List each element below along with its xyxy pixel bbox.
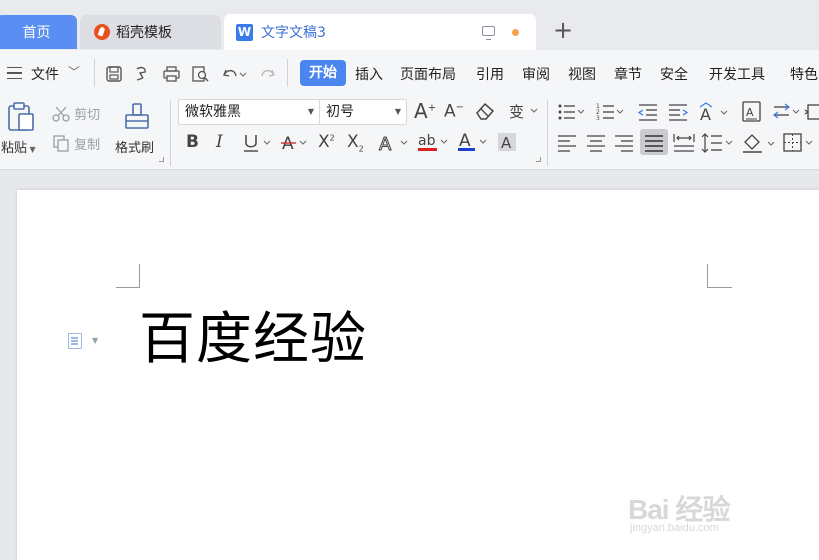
shrink-font-icon[interactable]: A− bbox=[444, 103, 464, 121]
chevron-down-icon[interactable]: ▼ bbox=[92, 336, 98, 345]
underline-icon[interactable] bbox=[243, 133, 273, 157]
borders-icon[interactable] bbox=[783, 132, 817, 158]
group-launcher-icon[interactable] bbox=[536, 157, 541, 162]
menu-references[interactable]: 引用 bbox=[476, 64, 504, 84]
align-left-icon[interactable] bbox=[557, 133, 577, 157]
paste-button[interactable]: 粘贴 ▼ bbox=[1, 137, 36, 156]
numbered-list-icon[interactable]: 123 bbox=[596, 102, 626, 126]
tab-document-label: 文字文稿3 bbox=[261, 25, 326, 41]
align-center-icon[interactable] bbox=[586, 133, 606, 157]
svg-text:A: A bbox=[746, 106, 754, 119]
bullet-list-icon[interactable] bbox=[557, 102, 587, 126]
bold-icon[interactable]: B bbox=[186, 134, 199, 151]
page-margin-corner-right bbox=[707, 264, 732, 288]
monitor-icon[interactable] bbox=[482, 26, 495, 40]
format-icon[interactable] bbox=[133, 65, 151, 87]
line-sort-icon[interactable] bbox=[772, 101, 802, 127]
group-launcher-icon[interactable] bbox=[159, 157, 164, 162]
font-size-select[interactable]: 初号 ▼ bbox=[319, 99, 407, 125]
print-icon[interactable] bbox=[162, 65, 181, 87]
unsaved-dot-icon bbox=[512, 29, 519, 36]
watermark-brand: Bai 经验 bbox=[628, 494, 730, 525]
watermark: Bai 经验 jingyan.baidu.com bbox=[628, 488, 730, 534]
more-paragraph-icon[interactable] bbox=[804, 101, 819, 127]
copy-button[interactable]: 复制 bbox=[52, 134, 100, 153]
save-icon[interactable] bbox=[105, 65, 123, 87]
redo-icon[interactable] bbox=[259, 65, 277, 87]
menu-special[interactable]: 特色 bbox=[790, 64, 818, 84]
cut-label: 剪切 bbox=[74, 108, 101, 123]
print-preview-icon[interactable] bbox=[191, 65, 210, 87]
menu-home-tab[interactable]: 开始 bbox=[300, 60, 346, 86]
paste-icon[interactable] bbox=[5, 100, 37, 136]
divider bbox=[170, 100, 171, 166]
font-size-value: 初号 bbox=[326, 104, 354, 120]
menu-insert[interactable]: 插入 bbox=[355, 64, 383, 84]
align-right-icon[interactable] bbox=[614, 133, 634, 157]
justify-icon[interactable] bbox=[644, 133, 664, 157]
subscript-icon[interactable]: X2 bbox=[347, 133, 364, 153]
shading-fill-icon[interactable] bbox=[742, 132, 778, 158]
divider bbox=[287, 59, 288, 87]
menu-chapter[interactable]: 章节 bbox=[614, 64, 642, 84]
chevron-down-icon: ▼ bbox=[307, 107, 314, 116]
paste-label: 粘贴 bbox=[1, 141, 28, 156]
svg-text:A: A bbox=[501, 134, 512, 152]
font-name-select[interactable]: 微软雅黑 ▼ bbox=[178, 99, 320, 125]
hamburger-menu-icon[interactable] bbox=[7, 67, 22, 79]
new-tab-plus-icon[interactable]: + bbox=[552, 18, 574, 42]
writer-logo-icon: W bbox=[236, 23, 253, 41]
paragraph-layout-icon[interactable] bbox=[68, 333, 82, 349]
increase-indent-icon[interactable] bbox=[667, 102, 689, 126]
tab-bar: 首页 稻壳模板 W 文字文稿3 + bbox=[0, 0, 819, 50]
tab-home-label: 首页 bbox=[22, 25, 51, 41]
document-body-text[interactable]: 百度经验 bbox=[139, 306, 367, 373]
phonetic-guide-icon[interactable]: 变 bbox=[508, 101, 538, 124]
menu-security[interactable]: 安全 bbox=[660, 64, 688, 84]
svg-text:A: A bbox=[700, 105, 711, 123]
watermark-url: jingyan.baidu.com bbox=[630, 522, 719, 534]
chevron-down-icon: ▼ bbox=[394, 107, 401, 116]
cut-button[interactable]: 剪切 bbox=[52, 104, 100, 123]
copy-label: 复制 bbox=[74, 138, 101, 153]
font-name-value: 微软雅黑 bbox=[185, 104, 241, 120]
tab-home[interactable]: 首页 bbox=[0, 15, 77, 49]
svg-text:变: 变 bbox=[509, 103, 524, 121]
menu-view[interactable]: 视图 bbox=[568, 64, 596, 84]
menu-developer[interactable]: 开发工具 bbox=[709, 64, 765, 84]
chevron-down-icon[interactable]: ﹀ bbox=[68, 63, 80, 80]
docer-logo-icon bbox=[94, 24, 110, 40]
page-margin-corner-left bbox=[116, 264, 140, 288]
superscript-icon[interactable]: X2 bbox=[318, 134, 335, 151]
grow-font-icon[interactable]: A+ bbox=[414, 101, 436, 121]
clear-format-icon[interactable] bbox=[474, 101, 496, 125]
change-case-icon[interactable]: A bbox=[697, 101, 731, 127]
tab-template[interactable]: 稻壳模板 bbox=[80, 15, 221, 49]
svg-text:3: 3 bbox=[596, 115, 600, 122]
text-effect-icon[interactable]: A bbox=[378, 133, 412, 157]
format-painter-label[interactable]: 格式刷 bbox=[115, 137, 154, 156]
divider bbox=[94, 59, 95, 87]
line-spacing-icon[interactable] bbox=[701, 132, 735, 158]
svg-text:ab: ab bbox=[418, 133, 436, 149]
strikethrough-icon[interactable]: A bbox=[281, 133, 311, 157]
italic-icon[interactable]: I bbox=[216, 134, 223, 151]
tab-template-label: 稻壳模板 bbox=[116, 25, 172, 41]
tab-document[interactable]: W 文字文稿3 bbox=[224, 14, 536, 50]
font-color-icon[interactable]: A bbox=[457, 131, 491, 157]
distributed-align-icon[interactable] bbox=[673, 133, 695, 157]
divider bbox=[547, 100, 548, 166]
menu-bar: 文件 ﹀ 开始 插入 页面布局 引用 审阅 视图 章节 安全 开发工具 特色 bbox=[0, 50, 819, 96]
undo-icon[interactable] bbox=[221, 65, 247, 87]
menu-file[interactable]: 文件 bbox=[31, 64, 59, 84]
text-direction-icon[interactable]: A bbox=[742, 101, 762, 127]
menu-review[interactable]: 审阅 bbox=[522, 64, 550, 84]
menu-page-layout[interactable]: 页面布局 bbox=[400, 64, 456, 84]
format-painter-icon[interactable] bbox=[122, 101, 152, 135]
character-shading-icon[interactable]: A bbox=[497, 132, 517, 156]
highlight-icon[interactable]: ab bbox=[417, 131, 451, 157]
svg-text:A: A bbox=[379, 134, 392, 153]
decrease-indent-icon[interactable] bbox=[637, 102, 659, 126]
